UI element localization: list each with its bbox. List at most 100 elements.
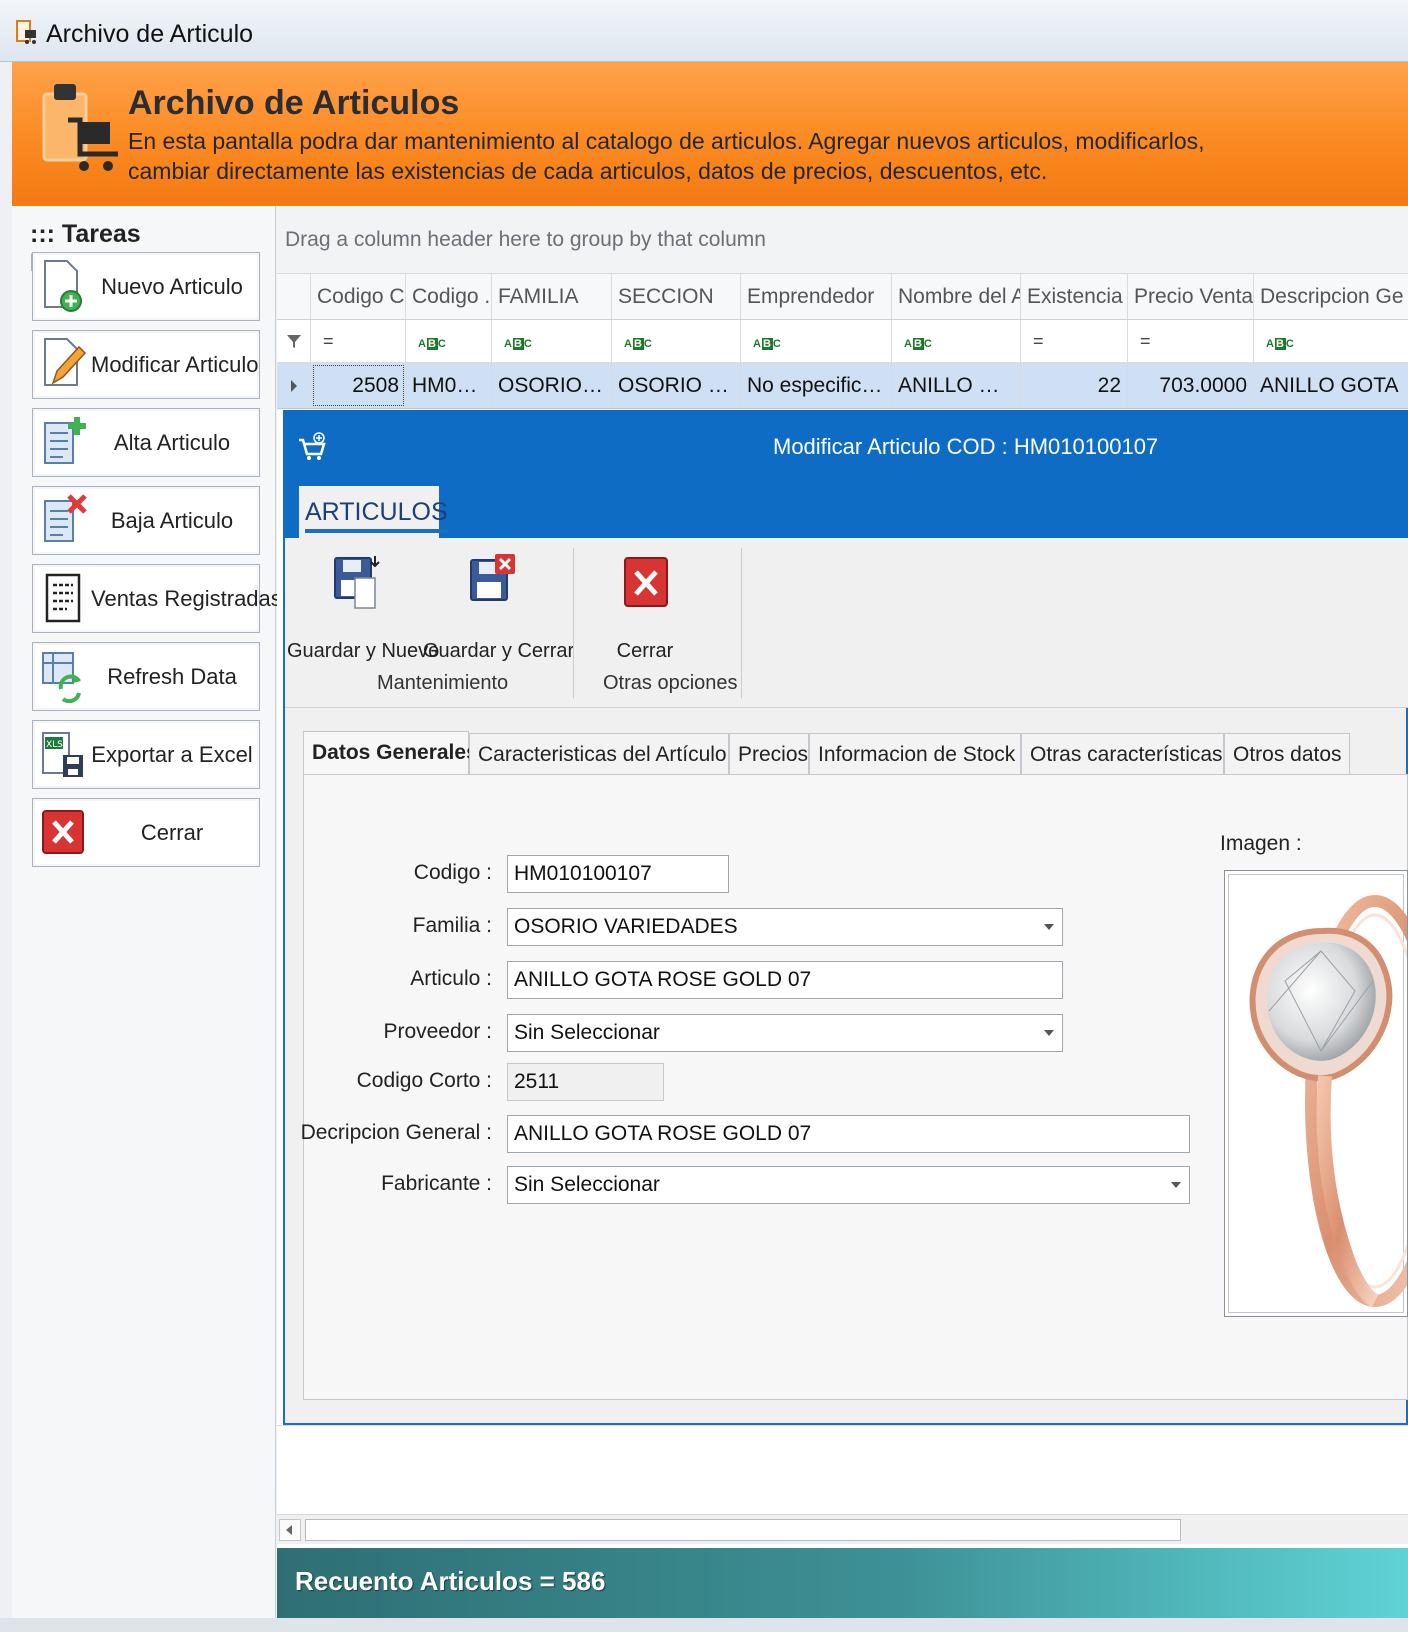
ring-image: [1249, 895, 1407, 1308]
page-header: Archivo de Articulos En esta pantalla po…: [12, 62, 1408, 206]
task-ventas-registradas[interactable]: Ventas Registradas: [32, 564, 282, 633]
image-label: Imagen :: [1220, 832, 1302, 855]
column-header[interactable]: Existencia: [1021, 274, 1128, 319]
group-by-hint: Drag a column header here to group by th…: [285, 228, 766, 251]
window-title: Archivo de Articulo: [46, 20, 254, 48]
proveedor-select[interactable]: Sin Seleccionar: [507, 1014, 1063, 1052]
tab-otros-datos[interactable]: Otros datos: [1224, 733, 1350, 775]
grid-cell[interactable]: ANILLO GOTA: [1254, 363, 1408, 408]
familia-select[interactable]: OSORIO VARIEDADES: [507, 908, 1063, 946]
excel-export-icon: XLS: [42, 732, 83, 777]
proveedor-label: Proveedor :: [383, 1020, 492, 1043]
save-new-button[interactable]: Guardar y Nuevo: [287, 548, 439, 662]
articulo-field[interactable]: ANILLO GOTA ROSE GOLD 07: [507, 961, 1063, 999]
filter-cell-text[interactable]: ABC: [892, 320, 1021, 362]
filter-cell-equals[interactable]: =: [1021, 320, 1128, 362]
scroll-left-icon[interactable]: [279, 1519, 301, 1541]
abc-filter-icon: ABC: [753, 338, 782, 350]
abc-filter-icon: ABC: [418, 338, 447, 350]
save-new-icon: [334, 556, 380, 609]
remove-list-icon: [44, 494, 87, 542]
codigo-field[interactable]: HM010100107: [507, 855, 729, 893]
tab-otras-caracteristicas[interactable]: Otras características: [1021, 733, 1224, 775]
filter-cell-text[interactable]: ABC: [741, 320, 892, 362]
chevron-down-icon: [1171, 1182, 1181, 1188]
filter-cell-equals[interactable]: =: [1128, 320, 1254, 362]
grid-cell[interactable]: ANILLO GOTA...: [892, 363, 1021, 408]
task-label: Refresh Data: [107, 664, 237, 689]
header-description: En esta pantalla podra dar mantenimiento…: [128, 128, 1205, 184]
column-header[interactable]: Nombre del Ar...: [892, 274, 1021, 319]
task-label: Alta Articulo: [113, 430, 231, 455]
column-header[interactable]: FAMILIA: [492, 274, 612, 319]
grid-cell[interactable]: OSORIO VA...: [492, 363, 612, 408]
report-icon: [45, 573, 81, 623]
task-exportar-excel[interactable]: XLS Exportar a Excel: [32, 720, 260, 789]
edit-document-icon: [44, 338, 87, 386]
task-alta-articulo[interactable]: Alta Articulo: [32, 408, 260, 477]
grid-cell[interactable]: HM0101...: [406, 363, 492, 408]
task-baja-articulo[interactable]: Baja Articulo: [32, 486, 260, 555]
close-dialog-button[interactable]: Cerrar: [577, 548, 713, 662]
fabricante-select[interactable]: Sin Seleccionar: [507, 1166, 1190, 1204]
tab-precios[interactable]: Precios: [729, 733, 809, 775]
column-header[interactable]: Codigo C...: [311, 274, 406, 319]
grid-cell[interactable]: No especificado: [741, 363, 892, 408]
status-bar: Recuento Articulos = 586: [277, 1548, 1408, 1618]
task-cerrar[interactable]: Cerrar: [32, 798, 260, 867]
ribbon-tab-articulos[interactable]: ARTICULOS: [299, 486, 448, 540]
tab-datos-generales[interactable]: Datos Generales: [303, 731, 478, 775]
save-close-label: Guardar y Cerrar: [423, 640, 575, 662]
proveedor-value: Sin Seleccionar: [514, 1021, 660, 1044]
abc-filter-icon: ABC: [624, 338, 653, 350]
grid-cell[interactable]: 703.0000: [1128, 363, 1254, 408]
task-nuevo-articulo[interactable]: Nuevo Articulo: [32, 252, 260, 321]
ribbon-group-mantenimiento: Mantenimiento: [377, 672, 509, 694]
filter-cell-text[interactable]: ABC: [612, 320, 741, 362]
descripcion-label: Decripcion General :: [300, 1121, 492, 1144]
ribbon-separator: [573, 548, 574, 698]
task-refresh-data[interactable]: Refresh Data: [32, 642, 260, 711]
familia-value: OSORIO VARIEDADES: [514, 915, 738, 938]
scrollbar-thumb[interactable]: [305, 1519, 1181, 1541]
save-close-button[interactable]: Guardar y Cerrar: [423, 548, 574, 662]
filter-cell-text[interactable]: ABC: [1254, 320, 1408, 362]
window-bottom-edge: [0, 1618, 1408, 1632]
filter-cell-text[interactable]: ABC: [406, 320, 492, 362]
dialog-title: Modificar Articulo COD : HM010100107: [773, 434, 1159, 459]
column-header[interactable]: Emprendedor: [741, 274, 892, 319]
descripcion-field[interactable]: ANILLO GOTA ROSE GOLD 07: [507, 1115, 1190, 1153]
ribbon: Guardar y Nuevo Guardar y Cerrar Cerrar …: [285, 538, 1408, 708]
column-header[interactable]: Codigo ...: [406, 274, 492, 319]
product-image[interactable]: [1224, 870, 1408, 1317]
tab-caracteristicas[interactable]: Caracteristicas del Artículo: [469, 733, 729, 775]
horizontal-scrollbar[interactable]: [277, 1514, 1408, 1544]
group-by-panel[interactable]: Drag a column header here to group by th…: [277, 206, 1408, 274]
column-header[interactable]: Descripcion Ge: [1254, 274, 1408, 319]
grid-cell[interactable]: 22: [1021, 363, 1128, 408]
tasks-panel: ::: Tareas Disponibles ::: Nuevo Articul…: [12, 206, 282, 1618]
task-modificar-articulo[interactable]: Modificar Articulo: [32, 330, 260, 399]
filter-icon[interactable]: [277, 320, 311, 362]
chevron-down-icon: [1044, 1030, 1054, 1036]
grid-header-row: Codigo C... Codigo ... FAMILIA SECCION E…: [277, 274, 1408, 320]
column-header[interactable]: SECCION: [612, 274, 741, 319]
codigo-label: Codigo :: [413, 861, 492, 884]
column-header[interactable]: Precio Venta: [1128, 274, 1254, 319]
task-label: Ventas Registradas: [91, 586, 282, 611]
ribbon-separator: [741, 548, 742, 698]
grid-filter-row: = ABC ABC ABC ABC ABC = = ABC: [277, 320, 1408, 363]
row-indicator: [277, 363, 311, 408]
filter-cell-text[interactable]: ABC: [492, 320, 612, 362]
title-bar: Archivo de Articulo: [0, 0, 1408, 62]
grid-cell[interactable]: OSORIO VARI...: [612, 363, 741, 408]
table-row[interactable]: 2508 HM0101... OSORIO VA... OSORIO VARI.…: [277, 363, 1408, 409]
chevron-down-icon: [1044, 924, 1054, 930]
abc-filter-icon: ABC: [1266, 338, 1295, 350]
tab-informacion-stock[interactable]: Informacion de Stock: [809, 733, 1021, 775]
filter-cell-equals[interactable]: =: [311, 320, 406, 362]
record-count: Recuento Articulos = 586: [295, 1566, 606, 1596]
grid-cell[interactable]: 2508: [311, 363, 406, 408]
fabricante-label: Fabricante :: [381, 1172, 492, 1195]
abc-filter-icon: ABC: [504, 338, 533, 350]
